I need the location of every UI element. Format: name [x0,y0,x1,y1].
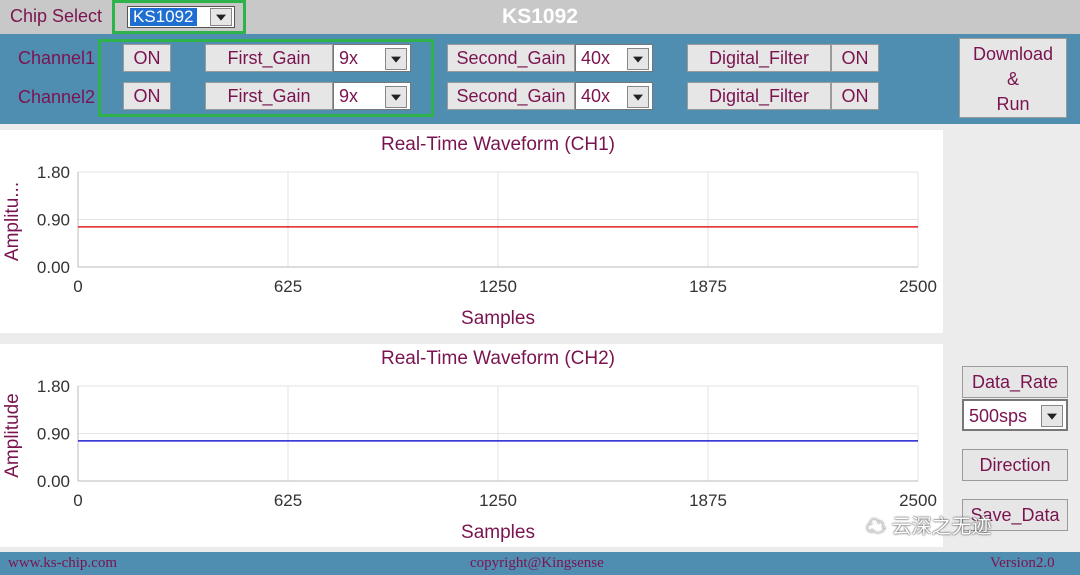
chat-bubble-icon: ☁ [866,516,892,538]
channel2-second-gain-label: Second_Gain [447,82,575,110]
channel2-second-gain-select[interactable]: 40x [575,82,653,110]
y-axis-label: Amplitude [2,393,23,478]
y-tick-label: 0.90 [37,425,70,444]
channel2-filter-state: ON [841,86,869,106]
channel1-filter-label: Digital_Filter [687,44,831,72]
x-tick-label: 0 [73,491,82,510]
channel1-filter-state: ON [841,48,869,68]
channel1-filter-toggle-button[interactable]: ON [831,44,879,72]
ch2-waveform-chart: Real-Time Waveform (CH2) 0 625 1250 1875 2500… [2,348,937,543]
y-tick-label: 0.00 [37,472,70,491]
data-rate-select[interactable]: 500sps [962,399,1068,431]
watermark: ☁ 云深之无迹 [866,516,992,538]
y-tick-label: 1.80 [37,163,70,182]
channel1-second-gain-select[interactable]: 40x [575,44,653,72]
channel1-label: Channel1 [18,48,96,68]
data-rate-label: Data_Rate [962,366,1068,398]
data-rate-value: 500sps [969,406,1028,426]
y-axis-label: Amplitu... [2,182,23,261]
download-run-button[interactable]: Download & Run [959,38,1067,118]
chevron-down-icon[interactable] [627,48,649,70]
status-footer: www.ks-chip.com copyright@Kingsense Vers… [0,552,1080,575]
chevron-down-icon[interactable] [627,86,649,108]
ch1-waveform-panel: Real-Time Waveform (CH1) 0 625 1250 1875 2500… [0,130,943,333]
version-text: Version2.0 [990,555,1055,571]
channel1-second-gain-value: 40x [581,48,611,68]
x-tick-label: 2500 [899,491,937,510]
chart-title: Real-Time Waveform (CH2) [381,348,615,369]
channel2-filter-label: Digital_Filter [687,82,831,110]
channel1-second-gain-label: Second_Gain [447,44,575,72]
ch2-waveform-panel: Real-Time Waveform (CH2) 0 625 1250 1875 2500… [0,344,943,547]
copyright-text: copyright@Kingsense [470,555,604,571]
title-bar: Chip Select KS1092 KS1092 [0,0,1080,34]
x-tick-label: 1250 [479,491,517,510]
x-axis-label: Samples [461,308,535,329]
direction-button[interactable]: Direction [962,449,1068,481]
channel2-filter-toggle-button[interactable]: ON [831,82,879,110]
x-axis-label: Samples [461,522,535,543]
y-tick-label: 0.00 [37,258,70,277]
chart-title: Real-Time Waveform (CH1) [381,134,615,155]
y-tick-label: 0.90 [37,211,70,230]
x-tick-label: 1875 [689,491,727,510]
x-tick-label: 625 [274,491,302,510]
x-tick-label: 1250 [479,277,517,296]
x-tick-label: 2500 [899,277,937,296]
channel2-second-gain-value: 40x [581,86,611,106]
y-tick-label: 1.80 [37,377,70,396]
channel2-label: Channel2 [18,87,96,107]
ch1-waveform-chart: Real-Time Waveform (CH1) 0 625 1250 1875 2500… [2,134,937,329]
x-tick-label: 625 [274,277,302,296]
app-title: KS1092 [502,5,578,28]
x-tick-label: 0 [73,277,82,296]
x-tick-label: 1875 [689,277,727,296]
gain-controls-highlight [98,39,434,117]
website-link[interactable]: www.ks-chip.com [8,555,117,572]
chevron-down-icon[interactable] [1041,405,1063,427]
